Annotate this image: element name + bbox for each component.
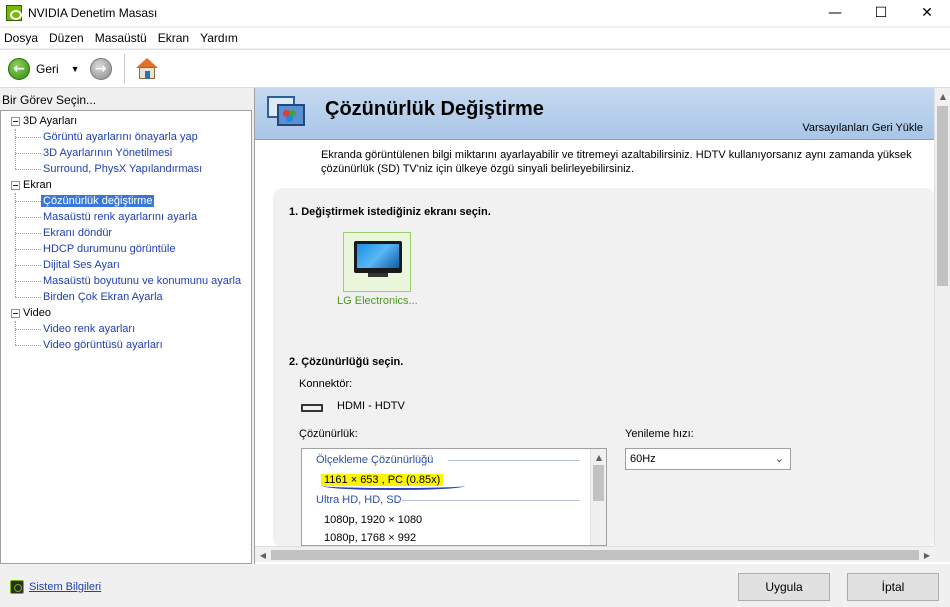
menu-help[interactable]: Yardım — [196, 31, 243, 45]
tree-item-change-resolution[interactable]: Çözünürlük değiştirme — [1, 193, 251, 209]
system-info-icon — [10, 580, 24, 594]
resolution-label: Çözünürlük: — [299, 428, 358, 440]
tree-item-rotate-display[interactable]: Ekranı döndür — [1, 225, 251, 241]
page-title: Çözünürlük Değiştirme — [325, 98, 544, 120]
tree-category-3d-settings[interactable]: 3D Ayarları — [1, 113, 251, 129]
menu-display[interactable]: Ekran — [154, 31, 194, 45]
page-header-banner: Çözünürlük Değiştirme Varsayılanları Ger… — [255, 88, 935, 140]
connector-label: Konnektör: — [299, 378, 353, 390]
tree-category-video[interactable]: Video — [1, 305, 251, 321]
tree-group-display: Çözünürlük değiştirme Masaüstü renk ayar… — [1, 193, 251, 305]
hdmi-connector-icon — [301, 404, 323, 412]
tree-item-multiple-displays[interactable]: Birden Çok Ekran Ayarla — [1, 289, 251, 305]
menu-bar: Dosya Düzen Masaüstü Ekran Yardım — [0, 28, 950, 48]
tree-item-manage-3d[interactable]: 3D Ayarlarının Yönetilmesi — [1, 145, 251, 161]
task-pane-header: Bir Görev Seçin... — [2, 93, 97, 107]
task-tree: 3D Ayarları Görüntü ayarlarını önayarla … — [1, 111, 251, 353]
horizontal-scrollbar[interactable]: ◀ ▶ — [255, 546, 935, 562]
list-item[interactable]: 1080p, 1768 × 992 — [302, 529, 606, 545]
window-controls: — ☐ ✕ — [812, 0, 950, 26]
close-button[interactable]: ✕ — [904, 0, 950, 26]
tree-item-video-color[interactable]: Video renk ayarları — [1, 321, 251, 337]
apply-button[interactable]: Uygula — [738, 573, 830, 601]
step1-heading: 1. Değiştirmek istediğiniz ekranı seçin. — [289, 206, 491, 218]
scroll-corner — [934, 546, 950, 562]
list-item[interactable]: 1080p, 1920 × 1080 — [302, 511, 606, 529]
list-group-hd: Ultra HD, HD, SD — [302, 489, 606, 511]
collapse-toggle-icon[interactable] — [11, 180, 20, 190]
history-dropdown-icon[interactable]: ▼ — [71, 64, 80, 74]
refresh-rate-label: Yenileme hızı: — [625, 428, 694, 440]
forward-arrow-icon[interactable]: → — [89, 57, 112, 80]
refresh-rate-value: 60Hz — [630, 453, 656, 465]
tree-item-desktop-size[interactable]: Masaüstü boyutunu ve konumunu ayarla — [1, 273, 251, 289]
toolbar-separator — [123, 53, 125, 84]
category-label: 3D Ayarları — [23, 115, 78, 127]
menu-edit[interactable]: Düzen — [45, 31, 89, 45]
vertical-scrollbar[interactable]: ▲ — [934, 88, 950, 546]
category-label: Ekran — [23, 179, 52, 191]
system-info-label[interactable]: Sistem Bilgileri — [29, 581, 101, 593]
tree-item-preview-settings[interactable]: Görüntü ayarlarını önayarla yap — [1, 129, 251, 145]
tree-item-desktop-color[interactable]: Masaüstü renk ayarlarını ayarla — [1, 209, 251, 225]
collapse-toggle-icon[interactable] — [11, 116, 20, 126]
back-button[interactable]: ← Geri — [8, 57, 59, 80]
collapse-toggle-icon[interactable] — [11, 308, 20, 318]
minimize-button[interactable]: — — [812, 0, 858, 26]
display-settings-icon — [265, 96, 305, 132]
window-title: NVIDIA Denetim Masası — [28, 6, 158, 20]
title-bar: NVIDIA Denetim Masası — ☐ ✕ — [0, 0, 950, 26]
restore-defaults-link[interactable]: Varsayılanları Geri Yükle — [802, 122, 923, 134]
scroll-up-arrow-icon[interactable]: ▲ — [935, 88, 950, 104]
scroll-left-arrow-icon[interactable]: ◀ — [255, 547, 271, 563]
connector-value: HDMI - HDTV — [337, 400, 405, 412]
tree-item-hdcp-status[interactable]: HDCP durumunu görüntüle — [1, 241, 251, 257]
nvidia-app-icon — [6, 5, 22, 21]
display-tile-lg[interactable] — [343, 232, 411, 292]
chevron-down-icon: ⌄ — [774, 452, 784, 465]
vertical-scroll-thumb[interactable] — [937, 106, 948, 286]
step2-heading: 2. Çözünürlüğü seçin. — [289, 356, 404, 368]
maximize-button[interactable]: ☐ — [858, 0, 904, 26]
task-tree-pane: 3D Ayarları Görüntü ayarlarını önayarla … — [0, 110, 252, 564]
content-pane: Çözünürlük Değiştirme Varsayılanları Ger… — [254, 88, 950, 564]
list-scrollbar[interactable]: ▲ — [590, 449, 606, 545]
menu-file[interactable]: Dosya — [0, 31, 43, 45]
cancel-button[interactable]: İptal — [847, 573, 939, 601]
horizontal-scroll-thumb[interactable] — [271, 550, 919, 560]
home-icon[interactable] — [135, 57, 159, 81]
footer-bar: Sistem Bilgileri Uygula İptal — [0, 564, 950, 607]
list-scroll-thumb[interactable] — [593, 465, 604, 501]
pen-underline-annotation — [323, 482, 465, 490]
tree-item-digital-audio[interactable]: Dijital Ses Ayarı — [1, 257, 251, 273]
tree-item-surround-physx[interactable]: Surround, PhysX Yapılandırması — [1, 161, 251, 177]
menu-desktop[interactable]: Masaüstü — [91, 31, 152, 45]
list-group-scaling: Ölçekleme Çözünürlüğü — [302, 449, 606, 471]
scroll-right-arrow-icon[interactable]: ▶ — [919, 547, 935, 563]
refresh-rate-select[interactable]: 60Hz ⌄ — [625, 448, 791, 470]
category-label: Video — [23, 307, 51, 319]
tree-group-video: Video renk ayarları Video görüntüsü ayar… — [1, 321, 251, 353]
system-info-link[interactable]: Sistem Bilgileri — [10, 580, 101, 594]
resolution-list[interactable]: Ölçekleme Çözünürlüğü 1161 × 653 , PC (0… — [301, 448, 607, 546]
tv-monitor-icon — [354, 241, 402, 273]
back-arrow-icon: ← — [8, 57, 30, 80]
tree-group-3d: Görüntü ayarlarını önayarla yap 3D Ayarl… — [1, 129, 251, 177]
scroll-up-arrow-icon[interactable]: ▲ — [591, 449, 606, 465]
display-name[interactable]: LG Electronics... — [337, 295, 418, 307]
back-label: Geri — [36, 61, 59, 76]
tree-item-video-image[interactable]: Video görüntüsü ayarları — [1, 337, 251, 353]
toolbar: ← Geri ▼ → — [0, 49, 950, 88]
tree-category-display[interactable]: Ekran — [1, 177, 251, 193]
page-description: Ekranda görüntülenen bilgi miktarını aya… — [321, 149, 912, 175]
